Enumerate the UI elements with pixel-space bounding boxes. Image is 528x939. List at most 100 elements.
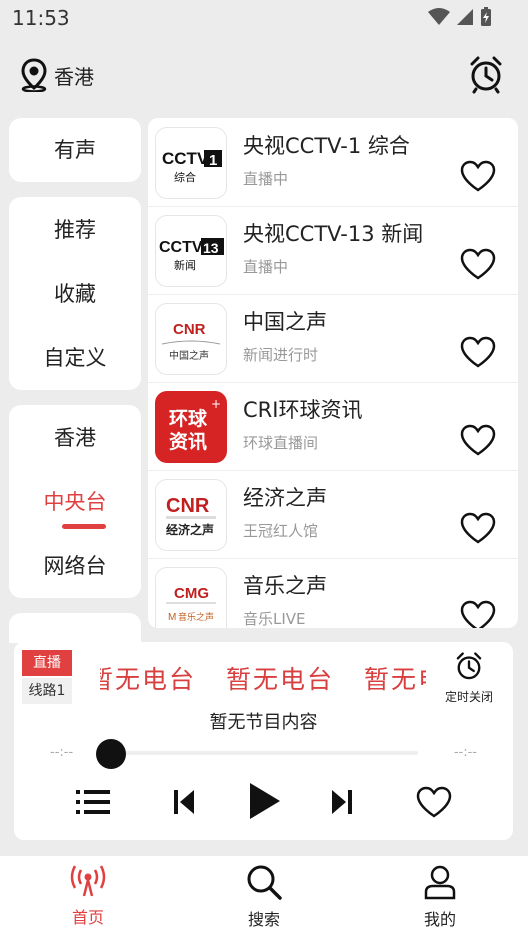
marquee-text: 暂无电台 xyxy=(364,665,426,694)
marquee-text: 暂无电台 xyxy=(226,665,335,694)
svg-text:综合: 综合 xyxy=(174,170,196,184)
favorite-heart-icon[interactable] xyxy=(460,512,496,544)
favorite-heart-icon[interactable] xyxy=(460,160,496,192)
app-header: 香港 xyxy=(0,50,528,106)
playlist-icon[interactable] xyxy=(76,787,112,817)
tab-home-label: 首页 xyxy=(71,908,104,927)
svg-text:新闻: 新闻 xyxy=(174,258,196,272)
svg-text:CNR: CNR xyxy=(173,321,206,338)
category-audio[interactable]: 有声 xyxy=(9,134,141,164)
live-badge: 直播 xyxy=(22,650,72,676)
alarm-clock-icon xyxy=(456,652,482,680)
svg-text:CMG: CMG xyxy=(174,585,209,602)
location-label: 香港 xyxy=(54,64,94,89)
active-category-indicator xyxy=(62,524,106,529)
station-subtitle: 环球直播间 xyxy=(243,434,319,452)
favorite-heart-icon[interactable] xyxy=(416,786,452,818)
tab-mine-label: 我的 xyxy=(423,910,456,929)
wifi-icon xyxy=(428,8,450,25)
sleep-timer-label: 定时关闭 xyxy=(444,690,493,704)
favorite-heart-icon[interactable] xyxy=(460,336,496,368)
station-subtitle: 直播中 xyxy=(243,258,289,276)
category-central[interactable]: 中央台 xyxy=(9,486,141,516)
status-bar: 11:53 xyxy=(0,0,528,36)
tab-mine[interactable]: 我的 xyxy=(390,864,490,930)
alarm-button[interactable] xyxy=(468,56,504,98)
category-favorites[interactable]: 收藏 xyxy=(9,278,141,308)
category-group-audio: 有声 xyxy=(9,118,141,182)
play-icon[interactable] xyxy=(246,781,282,821)
user-icon xyxy=(424,865,456,900)
category-group-region: 香港 中央台 网络台 xyxy=(9,405,141,598)
svg-text:资讯: 资讯 xyxy=(169,430,207,453)
signal-icon xyxy=(457,9,473,25)
status-time: 11:53 xyxy=(12,6,70,30)
favorite-heart-icon[interactable] xyxy=(460,424,496,456)
station-title: 中国之声 xyxy=(243,310,327,334)
line-selector[interactable]: 线路1 xyxy=(22,678,72,704)
station-item[interactable]: CNR 经济之声 经济之声 王冠红人馆 xyxy=(148,470,518,559)
svg-text:CNR: CNR xyxy=(166,495,210,517)
station-logo-cmg-music: CMG M 音乐之声 xyxy=(155,567,227,628)
svg-text:CCTV: CCTV xyxy=(159,239,203,256)
program-info: 暂无节目内容 xyxy=(209,712,318,733)
favorite-heart-icon[interactable] xyxy=(460,248,496,280)
progress-knob[interactable] xyxy=(96,739,126,769)
station-title: 音乐之声 xyxy=(243,574,327,598)
station-item[interactable]: CMG M 音乐之声 音乐之声 音乐LIVE xyxy=(148,558,518,628)
station-title: 央视CCTV-13 新闻 xyxy=(243,222,424,246)
svg-text:M: M xyxy=(168,612,176,623)
sleep-timer-button[interactable]: 定时关闭 xyxy=(439,652,499,705)
station-subtitle: 音乐LIVE xyxy=(243,610,306,628)
marquee-text: 暂无电台 xyxy=(100,665,197,694)
station-title: CRI环球资讯 xyxy=(243,398,363,422)
svg-text:1: 1 xyxy=(209,152,217,169)
station-item[interactable]: CCTV 1 综合 央视CCTV-1 综合 直播中 xyxy=(148,118,518,207)
bottom-tab-bar: 首页 搜索 我的 xyxy=(0,856,528,939)
favorite-heart-icon[interactable] xyxy=(460,600,496,628)
station-logo-cnr-economy: CNR 经济之声 xyxy=(155,479,227,551)
current-time: --:-- xyxy=(50,745,74,760)
tab-home[interactable]: 首页 xyxy=(38,864,138,928)
svg-text:环球: 环球 xyxy=(169,407,208,430)
location-pin-icon xyxy=(21,58,47,92)
station-item[interactable]: CCTV 13 新闻 央视CCTV-13 新闻 直播中 xyxy=(148,206,518,295)
station-logo-cctv13: CCTV 13 新闻 xyxy=(155,215,227,287)
category-hongkong[interactable]: 香港 xyxy=(9,422,141,452)
station-item[interactable]: CNR 中国之声 中国之声 新闻进行时 xyxy=(148,294,518,383)
station-title: 经济之声 xyxy=(243,486,327,510)
previous-icon[interactable] xyxy=(172,788,196,816)
location-selector[interactable]: 香港 xyxy=(20,58,94,92)
battery-icon xyxy=(481,7,491,26)
alarm-clock-icon xyxy=(470,56,502,94)
progress-track[interactable] xyxy=(108,751,418,755)
tab-search-label: 搜索 xyxy=(247,910,280,929)
station-subtitle: 直播中 xyxy=(243,170,289,188)
radio-broadcast-icon xyxy=(70,865,106,897)
next-icon[interactable] xyxy=(330,788,354,816)
category-group-more xyxy=(9,613,141,643)
tab-search[interactable]: 搜索 xyxy=(214,864,314,930)
category-group-personal: 推荐 收藏 自定义 xyxy=(9,197,141,390)
system-icons xyxy=(428,7,492,27)
station-logo-cri: 环球 资讯 + xyxy=(155,391,227,463)
svg-text:经济之声: 经济之声 xyxy=(166,522,214,537)
search-icon xyxy=(247,865,282,900)
svg-text:中国之声: 中国之声 xyxy=(169,349,209,362)
station-title: 央视CCTV-1 综合 xyxy=(243,134,410,158)
category-recommend[interactable]: 推荐 xyxy=(9,214,141,244)
station-subtitle: 新闻进行时 xyxy=(243,346,319,364)
category-internet[interactable]: 网络台 xyxy=(9,550,141,580)
svg-text:CCTV: CCTV xyxy=(162,149,209,168)
station-item[interactable]: 环球 资讯 + CRI环球资讯 环球直播间 xyxy=(148,382,518,471)
station-logo-cctv1: CCTV 1 综合 xyxy=(155,127,227,199)
svg-text:+: + xyxy=(211,397,221,411)
svg-text:13: 13 xyxy=(203,240,219,256)
station-marquee: 暂无电台暂无电台暂无电台 xyxy=(100,660,426,700)
total-time: --:-- xyxy=(453,745,477,760)
station-list: CCTV 1 综合 央视CCTV-1 综合 直播中 CCTV 13 新闻 央视C… xyxy=(148,118,518,628)
svg-text:音乐之声: 音乐之声 xyxy=(178,611,214,623)
station-logo-cnr-china: CNR 中国之声 xyxy=(155,303,227,375)
station-subtitle: 王冠红人馆 xyxy=(243,522,319,540)
category-custom[interactable]: 自定义 xyxy=(9,342,141,372)
